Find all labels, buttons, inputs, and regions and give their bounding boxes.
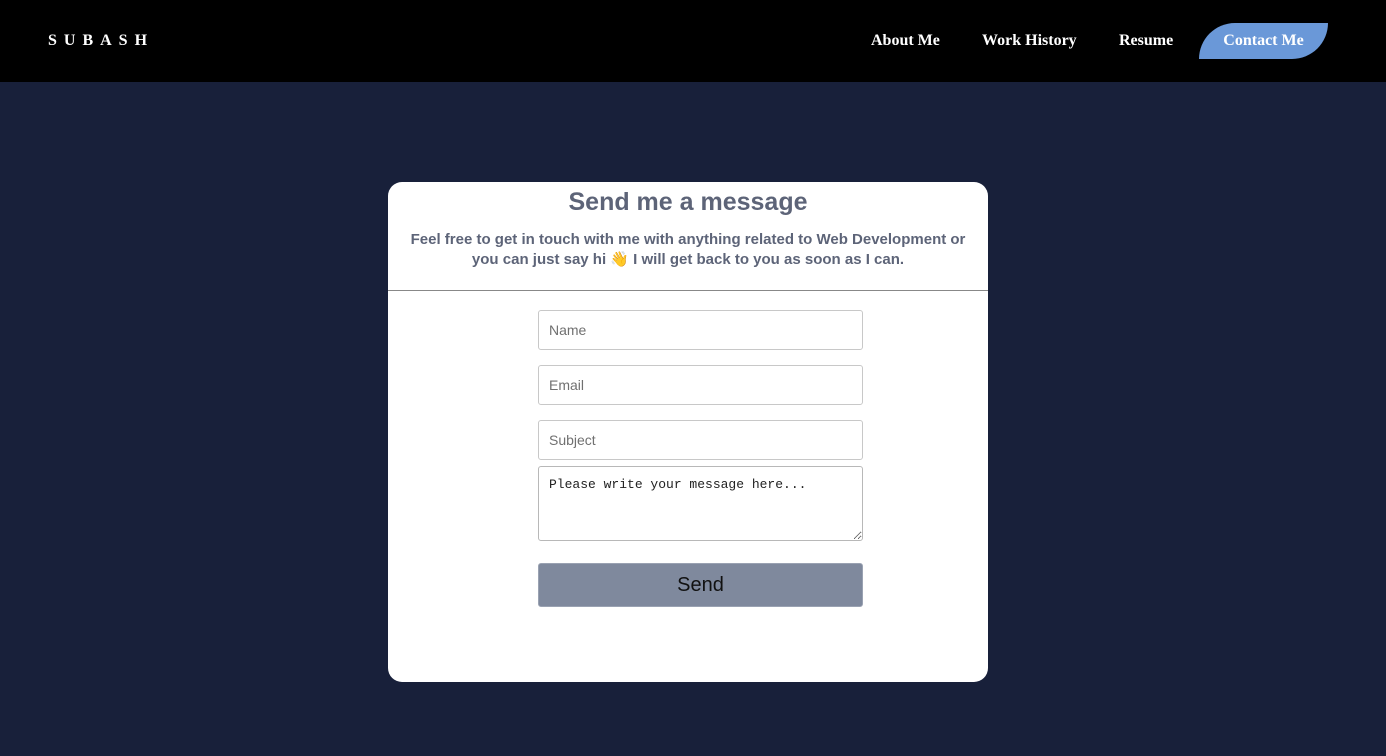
nav-link-resume[interactable]: Resume: [1119, 31, 1173, 51]
contact-title: Send me a message: [568, 188, 808, 216]
email-input[interactable]: [538, 365, 863, 405]
navbar: SUBASH About Me Work History Resume Cont…: [0, 0, 1386, 82]
nav-contact-me-button[interactable]: Contact Me: [1199, 23, 1328, 59]
brand-logo[interactable]: SUBASH: [48, 32, 154, 50]
divider: [388, 290, 988, 291]
subject-input[interactable]: [538, 420, 863, 460]
contact-card: Send me a message Feel free to get in to…: [388, 182, 988, 682]
nav-link-work-history[interactable]: Work History: [982, 31, 1077, 51]
send-button[interactable]: Send: [538, 563, 863, 607]
name-input[interactable]: [538, 310, 863, 350]
message-textarea[interactable]: [538, 466, 863, 541]
contact-subtitle: Feel free to get in touch with me with a…: [410, 231, 966, 268]
nav-link-about-me[interactable]: About Me: [871, 31, 940, 51]
